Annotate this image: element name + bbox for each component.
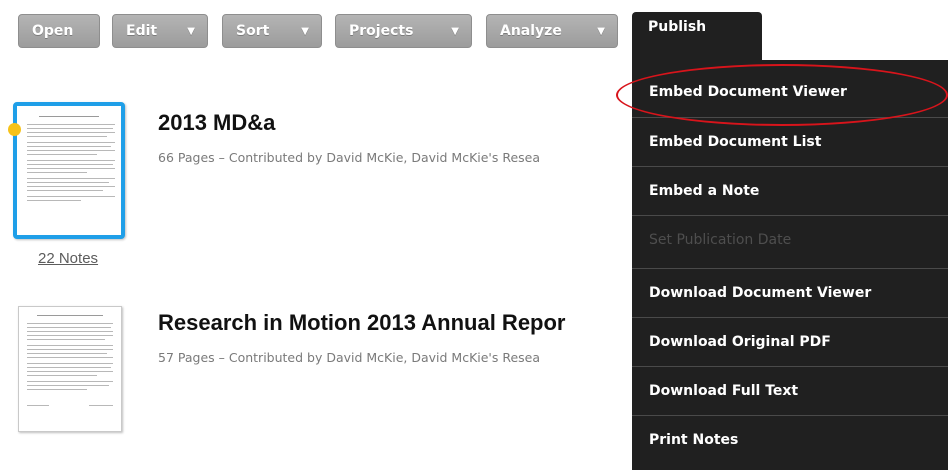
page-text-line xyxy=(27,182,109,183)
page-text-line xyxy=(27,178,115,179)
chevron-down-icon: ▼ xyxy=(301,26,309,37)
projects-button-label: Projects xyxy=(349,23,414,39)
menu-item-set-publication-date: Set Publication Date xyxy=(632,215,948,264)
menu-item-download-document-viewer[interactable]: Download Document Viewer xyxy=(632,268,948,317)
page-text-line xyxy=(39,116,99,117)
menu-item-embed-a-note[interactable]: Embed a Note xyxy=(632,166,948,215)
page-text-line xyxy=(27,128,113,129)
page-text-line xyxy=(27,367,111,368)
page-text-line xyxy=(27,357,113,358)
document-meta: 66 Pages – Contributed by David McKie, D… xyxy=(158,150,541,165)
page-text-line xyxy=(27,154,97,155)
page-text-line xyxy=(27,136,107,137)
page-text-line xyxy=(27,375,97,376)
document-meta: 57 Pages – Contributed by David McKie, D… xyxy=(158,350,541,365)
page-text-line xyxy=(27,381,113,382)
page-text-line xyxy=(27,349,113,350)
chevron-down-icon: ▼ xyxy=(597,26,605,37)
analyze-button-label: Analyze xyxy=(500,23,562,39)
edit-button[interactable]: Edit ▼ xyxy=(112,14,208,48)
menu-item-embed-document-viewer[interactable]: Embed Document Viewer xyxy=(632,68,948,117)
menu-item-download-full-text[interactable]: Download Full Text xyxy=(632,366,948,415)
page-text-line xyxy=(27,389,87,390)
document-thumbnail[interactable] xyxy=(13,102,125,239)
page-text-line xyxy=(27,186,115,187)
chevron-down-icon: ▼ xyxy=(187,26,195,37)
publish-menu: Embed Document Viewer Embed Document Lis… xyxy=(632,60,948,470)
page-text-line xyxy=(27,200,81,201)
publish-button-label: Publish xyxy=(648,19,707,35)
page-text-line xyxy=(27,385,109,386)
sort-button-label: Sort xyxy=(236,23,270,39)
projects-button[interactable]: Projects ▼ xyxy=(335,14,472,48)
page-text-line xyxy=(27,339,105,340)
page-text-line xyxy=(27,353,107,354)
page-text-line xyxy=(27,335,113,336)
page-text-line xyxy=(27,327,111,328)
menu-item-download-original-pdf[interactable]: Download Original PDF xyxy=(632,317,948,366)
page-text-line xyxy=(27,124,115,125)
document-title[interactable]: Research in Motion 2013 Annual Repor xyxy=(158,310,566,336)
page-text-line xyxy=(27,190,103,191)
menu-item-embed-document-list[interactable]: Embed Document List xyxy=(632,117,948,166)
edit-button-label: Edit xyxy=(126,23,158,39)
page-text-line xyxy=(89,405,113,406)
page-text-line xyxy=(27,172,87,173)
menu-item-print-notes[interactable]: Print Notes xyxy=(632,415,948,464)
page-text-line xyxy=(27,160,115,161)
page-text-line xyxy=(27,164,113,165)
document-title[interactable]: 2013 MD&a xyxy=(158,110,275,136)
sort-button[interactable]: Sort ▼ xyxy=(222,14,322,48)
note-marker-icon[interactable] xyxy=(8,123,21,136)
page-text-line xyxy=(27,150,115,151)
page-text-line xyxy=(27,345,113,346)
page-text-line xyxy=(27,142,115,143)
page-text-line xyxy=(27,168,115,169)
page-text-line xyxy=(27,146,111,147)
open-button[interactable]: Open xyxy=(18,14,100,48)
page-text-line xyxy=(27,196,115,197)
page-text-line xyxy=(27,331,113,332)
notes-count-link[interactable]: 22 Notes xyxy=(38,250,98,267)
open-button-label: Open xyxy=(32,23,74,39)
page-text-line xyxy=(37,315,103,316)
publish-button[interactable]: Publish xyxy=(632,12,762,60)
page-text-line xyxy=(27,132,115,133)
analyze-button[interactable]: Analyze ▼ xyxy=(486,14,618,48)
page-text-line xyxy=(27,363,113,364)
page-text-line xyxy=(27,405,49,406)
chevron-down-icon: ▼ xyxy=(451,26,459,37)
page-text-line xyxy=(27,323,113,324)
page-text-line xyxy=(27,371,113,372)
document-thumbnail[interactable] xyxy=(18,306,122,432)
